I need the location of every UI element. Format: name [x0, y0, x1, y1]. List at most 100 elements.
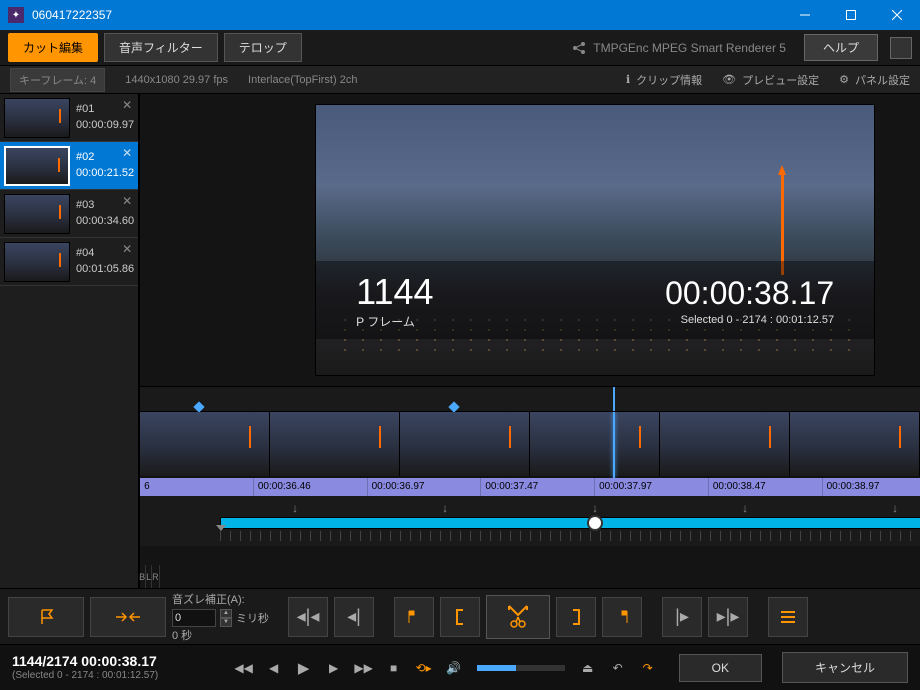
clip-remove-button[interactable]: ✕: [122, 194, 132, 208]
audio-offset-control: 音ズレ補正(A): ▲▼ ミリ秒 0 秒: [172, 591, 282, 643]
clip-info-button[interactable]: ℹクリップ情報: [626, 72, 702, 88]
frame-type: P フレーム: [356, 313, 665, 330]
cut-edit-tab[interactable]: カット編集: [8, 33, 98, 62]
split-arrows-button[interactable]: [90, 597, 166, 637]
edit-controls: 音ズレ補正(A): ▲▼ ミリ秒 0 秒 ◂|◂ ◂| |▸ ▸|▸: [0, 588, 920, 644]
telop-tab[interactable]: テロップ: [224, 33, 302, 62]
mark-in-flag-button[interactable]: [8, 597, 84, 637]
main-toolbar: カット編集 音声フィルター テロップ TMPGEnc MPEG Smart Re…: [0, 30, 920, 66]
interlace-info: Interlace(TopFirst) 2ch: [248, 74, 357, 86]
filmstrip-thumbnail[interactable]: [270, 412, 400, 476]
clip-thumbnail: [4, 146, 70, 186]
clip-timecode: 00:00:34.60: [76, 214, 134, 229]
maximize-button[interactable]: [828, 0, 874, 30]
clip-thumbnail: [4, 98, 70, 138]
volume-slider[interactable]: [477, 665, 565, 671]
audio-filter-tab[interactable]: 音声フィルター: [104, 33, 218, 62]
spinner-down[interactable]: ▼: [220, 618, 232, 627]
clip-remove-button[interactable]: ✕: [122, 98, 132, 112]
step-forward-button[interactable]: |▸: [662, 597, 702, 637]
audio-offset-unit: ミリ秒: [236, 610, 269, 626]
keyframe-info: キーフレーム: 4: [10, 68, 105, 92]
step-back-button[interactable]: ◂|: [334, 597, 374, 637]
stop-button[interactable]: ■: [383, 657, 405, 679]
spinner-up[interactable]: ▲: [220, 609, 232, 618]
audio-offset-label: 音ズレ補正(A):: [172, 591, 282, 607]
bracket-out-button[interactable]: [556, 597, 596, 637]
prev-frame-button[interactable]: ◀: [263, 657, 285, 679]
clip-thumbnail: [4, 194, 70, 234]
window-title: 060417222357: [32, 8, 782, 22]
clip-remove-button[interactable]: ✕: [122, 146, 132, 160]
ok-button[interactable]: OK: [679, 654, 762, 682]
cancel-button[interactable]: キャンセル: [782, 652, 908, 683]
fast-forward-button[interactable]: ▶▶: [353, 657, 375, 679]
preview-settings-button[interactable]: 👁プレビュー設定: [722, 72, 819, 88]
seek-knob[interactable]: [587, 515, 603, 531]
range-marker[interactable]: [448, 401, 459, 412]
panel-toggle-button[interactable]: [890, 37, 912, 59]
seek-row: ↓ ↓ ↓ ↓ ↓: [140, 496, 920, 546]
filmstrip-thumbnail[interactable]: [400, 412, 530, 476]
clip-remove-button[interactable]: ✕: [122, 242, 132, 256]
timecode-display: 00:00:38.17: [665, 275, 834, 312]
range-marker-start[interactable]: [193, 401, 204, 412]
loop-button[interactable]: ⟲▸: [413, 657, 435, 679]
arrow-down-icon: ↓: [592, 501, 598, 515]
info-bar: キーフレーム: 4 1440x1080 29.97 fps Interlace(…: [0, 66, 920, 94]
wave-tab-r[interactable]: R: [152, 565, 160, 588]
filmstrip-thumbnail[interactable]: [660, 412, 790, 476]
seek-scale[interactable]: [220, 531, 920, 541]
filmstrip-playhead[interactable]: [613, 412, 615, 478]
set-out-button[interactable]: [602, 597, 642, 637]
app-icon: ✦: [8, 7, 24, 23]
set-in-button[interactable]: [394, 597, 434, 637]
clip-item[interactable]: #0300:00:34.60 ✕: [0, 190, 138, 238]
clip-list: #0100:00:09.97 ✕ #0200:00:21.52 ✕ #0300:…: [0, 94, 139, 588]
filmstrip-thumbnail[interactable]: [790, 412, 920, 476]
next-frame-button[interactable]: ▶: [323, 657, 345, 679]
close-button[interactable]: [874, 0, 920, 30]
video-preview[interactable]: 1144 P フレーム 00:00:38.17 Selected 0 - 217…: [315, 104, 875, 376]
wave-tab-b[interactable]: B: [139, 565, 146, 588]
info-icon: ℹ: [626, 73, 630, 86]
timeline-ruler[interactable]: [140, 386, 920, 412]
clip-item[interactable]: #0400:01:05.86 ✕: [0, 238, 138, 286]
eject-button[interactable]: ⏏: [577, 657, 599, 679]
step-forward-marker-button[interactable]: ▸|▸: [708, 597, 748, 637]
filmstrip[interactable]: 600:00:36.4600:00:36.9700:00:37.4700:00:…: [140, 412, 920, 496]
bracket-in-button[interactable]: [440, 597, 480, 637]
panel-settings-button[interactable]: ⚙パネル設定: [839, 72, 910, 88]
audio-offset-input[interactable]: [172, 609, 216, 627]
menu-button[interactable]: [768, 597, 808, 637]
clip-timecode: 00:01:05.86: [76, 262, 134, 277]
redo-button[interactable]: ↷: [637, 657, 659, 679]
volume-icon[interactable]: 🔊: [443, 657, 465, 679]
rewind-button[interactable]: ◀◀: [233, 657, 255, 679]
eye-icon: 👁: [722, 73, 736, 86]
seek-slider[interactable]: [220, 517, 920, 529]
play-button[interactable]: ▶: [293, 657, 315, 679]
preview-panel: 1144 P フレーム 00:00:38.17 Selected 0 - 217…: [140, 94, 920, 588]
minimize-button[interactable]: [782, 0, 828, 30]
clip-thumbnail: [4, 242, 70, 282]
clip-timecode: 00:00:09.97: [76, 118, 134, 133]
undo-button[interactable]: ↶: [607, 657, 629, 679]
waveform-panel: B L R: [139, 94, 140, 588]
clip-item[interactable]: #0200:00:21.52 ✕: [0, 142, 138, 190]
clip-item[interactable]: #0100:00:09.97 ✕: [0, 94, 138, 142]
preview-overlay: 1144 P フレーム 00:00:38.17 Selected 0 - 217…: [316, 261, 874, 339]
cut-selection-button[interactable]: [486, 595, 550, 639]
filmstrip-thumbnail[interactable]: [530, 412, 660, 476]
title-bar: ✦ 060417222357: [0, 0, 920, 30]
settings-icon: ⚙: [839, 73, 849, 86]
arrow-down-icon: ↓: [292, 501, 298, 515]
step-back-marker-button[interactable]: ◂|◂: [288, 597, 328, 637]
bottom-bar: 1144/2174 00:00:38.17 (Selected 0 - 2174…: [0, 644, 920, 690]
help-button[interactable]: ヘルプ: [804, 34, 878, 61]
selection-display: Selected 0 - 2174 : 00:01:12.57: [665, 314, 834, 326]
arrow-down-icon: ↓: [892, 501, 898, 515]
filmstrip-thumbnail[interactable]: [140, 412, 270, 476]
frame-number: 1144: [356, 271, 665, 313]
ruler-playhead[interactable]: [613, 387, 615, 411]
